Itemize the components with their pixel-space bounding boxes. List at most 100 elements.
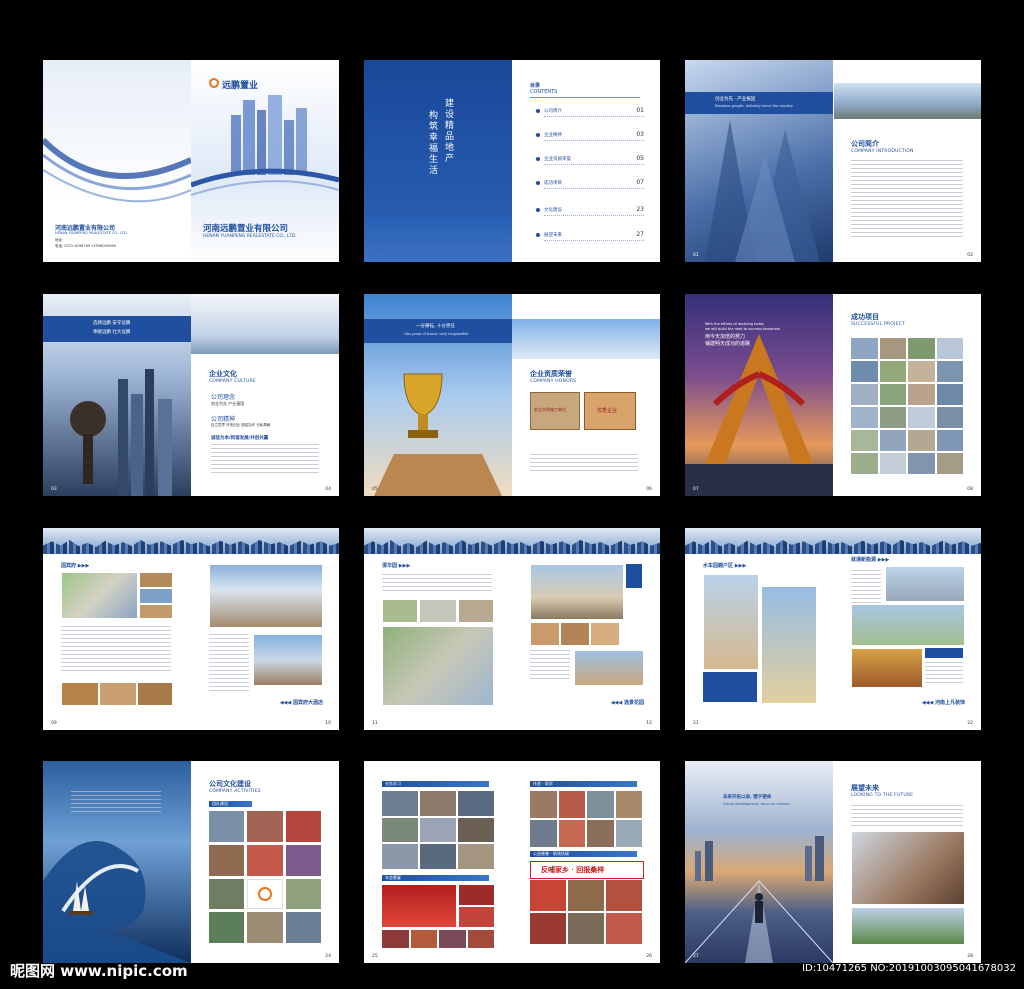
project-thumb[interactable] — [936, 407, 963, 428]
activity-photo[interactable] — [209, 844, 245, 876]
activity-photo[interactable] — [247, 844, 283, 876]
project-thumb[interactable] — [879, 407, 906, 428]
project-thumb[interactable] — [879, 361, 906, 382]
culture-city-graphic — [70, 369, 172, 496]
p09-tag: 国宾府 ▶▶▶ — [61, 562, 89, 569]
project-thumb[interactable] — [851, 384, 878, 405]
project-thumb[interactable] — [851, 430, 878, 451]
activity-photo[interactable] — [615, 791, 642, 818]
activity-photo[interactable] — [420, 791, 456, 816]
toc-item[interactable]: 企业资质荣誉 05 — [536, 155, 644, 165]
p25-gala-photo-small[interactable] — [459, 907, 494, 927]
activity-photo[interactable] — [467, 930, 494, 948]
honors-title-en: COMPANY HONORS — [530, 379, 577, 384]
activity-photo[interactable] — [458, 817, 494, 843]
culture-title-en: COMPANY CULTURE — [209, 379, 256, 384]
project-thumb[interactable] — [851, 407, 878, 428]
activity-photo[interactable] — [209, 811, 245, 842]
arrows-icon: ▶▶▶ — [733, 563, 747, 569]
project-thumb[interactable] — [908, 338, 935, 359]
activity-photo[interactable] — [458, 791, 494, 816]
page-number: 12 — [646, 721, 652, 726]
activities-section-bar: 团队建设 — [209, 801, 252, 807]
activity-photo[interactable] — [568, 913, 604, 944]
activity-photo[interactable] — [285, 878, 321, 910]
arrows-icon: ▶▶▶ — [76, 563, 90, 569]
toc-right: 目录 CONTENTS 公司简介 01 企业精神 03 企业资质荣誉 05 成功项目 0… — [512, 60, 660, 262]
activity-photo[interactable] — [382, 844, 418, 869]
toc-item[interactable]: 公司简介 01 — [536, 107, 644, 117]
activity-photo[interactable] — [382, 791, 418, 816]
activity-photo[interactable] — [558, 820, 585, 847]
p25-right: 扶贫 · 助学 公益慈善 · 助残扶弱 反哺家乡 · 回报桑梓 26 — [512, 761, 660, 963]
activity-photo[interactable] — [420, 844, 456, 869]
toc-title-cn: 目录 — [530, 83, 541, 89]
p21-tag-2: 就通新能源 ▶▶▶ — [851, 556, 889, 563]
activity-photo[interactable] — [420, 817, 456, 843]
project-thumb[interactable] — [851, 361, 878, 382]
page-number: 24 — [325, 954, 331, 959]
p21-factory-photo — [885, 566, 965, 602]
activity-logo-photo[interactable] — [247, 878, 283, 910]
activity-photo[interactable] — [285, 844, 321, 876]
activity-photo[interactable] — [530, 880, 566, 911]
project-thumb[interactable] — [908, 361, 935, 382]
toc-item[interactable]: 文化建设 23 — [536, 206, 644, 216]
project-thumb[interactable] — [936, 430, 963, 451]
spread-projects: With the efforts of doubling today we wi… — [685, 294, 981, 496]
activity-photo[interactable] — [606, 913, 642, 944]
activity-photo[interactable] — [410, 930, 437, 948]
activity-photo[interactable] — [285, 811, 321, 842]
activity-photo[interactable] — [568, 880, 604, 911]
intro-title: 公司简介 — [851, 140, 879, 148]
project-thumb[interactable] — [908, 384, 935, 405]
activity-photo[interactable] — [285, 912, 321, 943]
p25-gala-photo-small[interactable] — [459, 885, 494, 905]
activity-photo[interactable] — [439, 930, 466, 948]
activity-photo[interactable] — [209, 878, 245, 910]
project-thumb[interactable] — [936, 338, 963, 359]
p09-hotel-photo — [209, 564, 323, 628]
activity-photo[interactable] — [247, 912, 283, 943]
p25-red-banner: 反哺家乡 · 回报桑梓 — [530, 861, 644, 879]
activity-photo[interactable] — [558, 791, 585, 818]
project-thumb[interactable] — [879, 384, 906, 405]
p11-photo-small — [458, 599, 494, 623]
project-thumb[interactable] — [879, 338, 906, 359]
culture-left: 选择远鹏 安守远鹏 奉献远鹏 壮大远鹏 03 — [43, 294, 191, 496]
toc-item[interactable]: 展望未来 27 — [536, 231, 644, 241]
activity-photo[interactable] — [606, 880, 642, 911]
project-thumb[interactable] — [879, 430, 906, 451]
toc-slogan-1: 建设精品地产 — [443, 98, 453, 164]
cover-front: 远鹏置业 河南远鹏置业有限公司 HENAN YUANPENG REALESTAT… — [191, 60, 339, 262]
project-thumb[interactable] — [879, 453, 906, 474]
project-thumb[interactable] — [908, 453, 935, 474]
cover-phone: 电话: 0372-6198789 13598095096 — [55, 244, 116, 249]
activity-photo[interactable] — [458, 844, 494, 869]
activity-photo[interactable] — [615, 820, 642, 847]
project-thumb[interactable] — [851, 338, 878, 359]
page-number: 05 — [372, 487, 378, 492]
toc-item[interactable]: 成功项目 07 — [536, 179, 644, 189]
project-thumb[interactable] — [936, 453, 963, 474]
p09-interior-photo — [61, 682, 99, 706]
activity-photo[interactable] — [530, 913, 566, 944]
activity-photo[interactable] — [587, 820, 614, 847]
project-thumb[interactable] — [908, 407, 935, 428]
toc-item[interactable]: 企业精神 03 — [536, 131, 644, 141]
p25-gala-photo[interactable] — [382, 885, 456, 927]
project-thumb[interactable] — [936, 361, 963, 382]
activity-photo[interactable] — [530, 791, 557, 818]
cover-phone-value: 0372-6198789 13598095096 — [64, 244, 116, 248]
activity-photo[interactable] — [530, 820, 557, 847]
activity-photo[interactable] — [382, 930, 409, 948]
page-number: 28 — [967, 954, 973, 959]
activity-photo[interactable] — [209, 912, 245, 943]
project-thumb[interactable] — [908, 430, 935, 451]
activity-photo[interactable] — [587, 791, 614, 818]
spread-p21: 水车园棚户区 ▶▶▶ 21 就通新能源 ▶▶▶ ◀◀◀ 河南上凡装饰 22 — [685, 528, 981, 730]
project-thumb[interactable] — [851, 453, 878, 474]
project-thumb[interactable] — [936, 384, 963, 405]
activity-photo[interactable] — [382, 817, 418, 843]
activity-photo[interactable] — [247, 811, 283, 842]
